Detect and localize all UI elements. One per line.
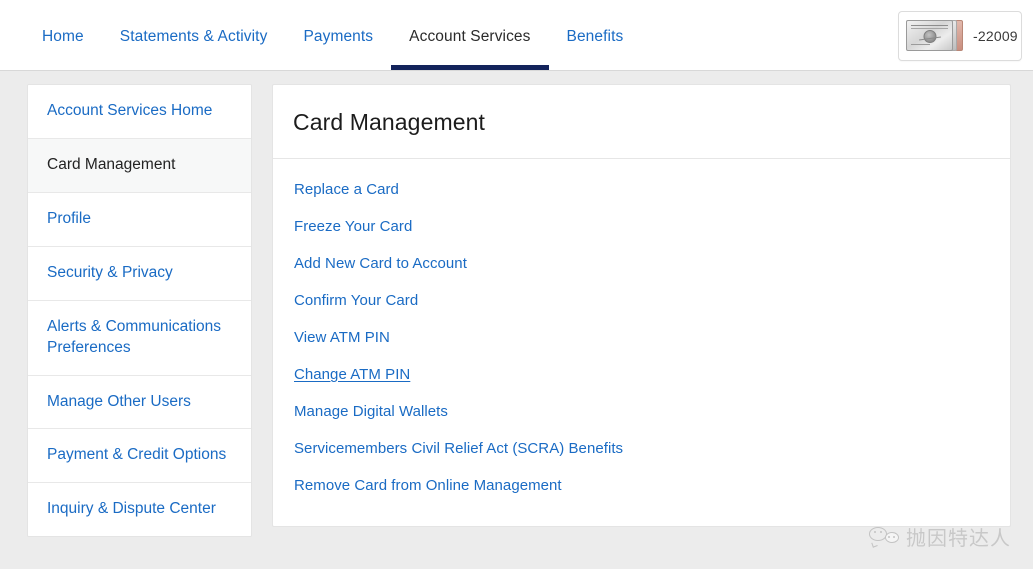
card-management-panel: Card Management Replace a Card Freeze You… — [272, 84, 1011, 527]
sidebar-item-profile[interactable]: Profile — [28, 192, 251, 247]
link-freeze-your-card[interactable]: Freeze Your Card — [273, 208, 432, 245]
nav-tab-list: Home Statements & Activity Payments Account… — [0, 0, 641, 70]
link-view-atm-pin[interactable]: View ATM PIN — [273, 319, 410, 356]
link-replace-a-card[interactable]: Replace a Card — [273, 171, 419, 208]
sidebar-item-card-management[interactable]: Card Management — [28, 138, 251, 193]
link-servicemembers-civil-relief-act-scra-benefits[interactable]: Servicemembers Civil Relief Act (SCRA) B… — [273, 430, 643, 467]
account-last-digits: -22009 — [973, 28, 1018, 44]
sidebar-item-security-privacy[interactable]: Security & Privacy — [28, 246, 251, 301]
link-confirm-your-card[interactable]: Confirm Your Card — [273, 282, 438, 319]
page-body: Account Services Home Card Management Prof… — [0, 71, 1033, 569]
sidebar-item-alerts-communications-preferences[interactable]: Alerts & Communications Preferences — [28, 300, 251, 376]
page-root: Home Statements & Activity Payments Account… — [0, 0, 1033, 569]
nav-tab-statements-activity[interactable]: Statements & Activity — [102, 0, 286, 70]
nav-tab-home[interactable]: Home — [24, 0, 102, 70]
nav-tab-benefits[interactable]: Benefits — [549, 0, 642, 70]
sidebar-item-inquiry-dispute-center[interactable]: Inquiry & Dispute Center — [28, 483, 251, 537]
link-remove-card-from-online-management[interactable]: Remove Card from Online Management — [273, 467, 582, 504]
sidebar-item-payment-credit-options[interactable]: Payment & Credit Options — [28, 429, 251, 484]
nav-tab-payments[interactable]: Payments — [285, 0, 391, 70]
amex-platinum-card-icon — [906, 18, 963, 54]
link-change-atm-pin[interactable]: Change ATM PIN — [273, 356, 430, 393]
link-manage-digital-wallets[interactable]: Manage Digital Wallets — [273, 393, 468, 430]
account-services-sidebar: Account Services Home Card Management Prof… — [27, 84, 252, 538]
sidebar-item-account-services-home[interactable]: Account Services Home — [28, 85, 251, 139]
link-add-new-card-to-account[interactable]: Add New Card to Account — [273, 245, 487, 282]
top-navigation-bar: Home Statements & Activity Payments Account… — [0, 0, 1033, 71]
sidebar-item-manage-other-users[interactable]: Manage Other Users — [28, 375, 251, 430]
nav-tab-account-services[interactable]: Account Services — [391, 0, 549, 70]
page-title: Card Management — [293, 109, 485, 135]
panel-header: Card Management — [273, 85, 1010, 159]
account-card-selector[interactable]: -22009 — [898, 11, 1022, 61]
card-management-link-list: Replace a Card Freeze Your Card Add New Ca… — [273, 159, 1010, 526]
wechat-icon — [869, 526, 899, 548]
